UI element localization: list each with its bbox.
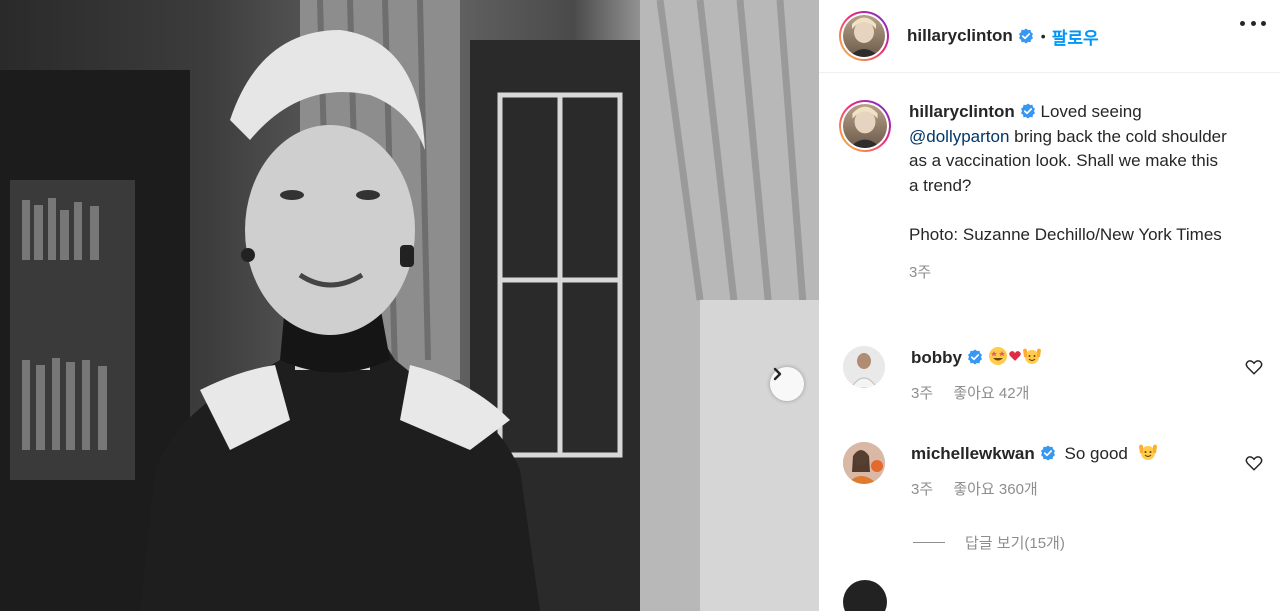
comment-likes[interactable]: 좋아요 42개 — [953, 385, 1029, 402]
raising-hands-icon — [1138, 444, 1157, 460]
raising-hands-icon — [1022, 348, 1041, 364]
caption-mention-link[interactable]: @dollyparton — [909, 127, 1009, 146]
follow-button[interactable]: 팔로우 — [1052, 24, 1099, 49]
next-photo-button[interactable] — [770, 367, 804, 401]
caption-body-1: Loved seeing — [1035, 102, 1142, 121]
verified-badge-icon — [968, 349, 982, 365]
comment-username[interactable]: bobby — [911, 348, 962, 367]
grinning-star-face-icon — [988, 347, 1007, 365]
separator-dot: • — [1040, 28, 1046, 44]
more-options-icon[interactable] — [1240, 16, 1266, 30]
post-caption: hillaryclinton Loved seeing @dollyparton… — [839, 100, 1259, 286]
comment-avatar[interactable] — [843, 346, 885, 388]
comment-avatar-partial[interactable] — [843, 580, 887, 611]
author-username[interactable]: hillaryclinton — [907, 26, 1013, 46]
comment-likes[interactable]: 좋아요 360개 — [953, 481, 1037, 498]
view-replies-label: 답글 보기(15개) — [965, 535, 1065, 552]
post-photo — [0, 0, 819, 611]
comment-text: So good — [1064, 444, 1128, 463]
caption-username[interactable]: hillaryclinton — [909, 102, 1015, 121]
comment-item: bobby 3주 좋아요 42개 — [843, 346, 1263, 403]
caption-avatar[interactable] — [839, 100, 891, 152]
verified-badge-icon — [1020, 103, 1035, 119]
author-avatar[interactable] — [839, 11, 889, 61]
view-replies-button[interactable]: 답글 보기(15개) — [913, 532, 1065, 553]
comment-username[interactable]: michellewkwan — [911, 444, 1035, 463]
verified-badge-icon — [1040, 445, 1055, 461]
like-heart-icon[interactable] — [1245, 454, 1263, 472]
like-heart-icon[interactable] — [1245, 358, 1263, 376]
comment-item: michellewkwan So good 3주 좋아요 360개 — [843, 442, 1263, 499]
post-side-panel: hillaryclinton • 팔로우 hillaryclinton Love… — [819, 0, 1280, 611]
photo-illustration — [0, 0, 819, 611]
caption-text: hillaryclinton Loved seeing @dollyparton… — [909, 100, 1229, 286]
red-heart-icon — [1008, 351, 1021, 361]
post-header: hillaryclinton • 팔로우 — [819, 0, 1280, 73]
chevron-right-icon — [773, 367, 782, 381]
replies-divider — [913, 542, 945, 543]
caption-photo-credit: Photo: Suzanne Dechillo/New York Times — [909, 224, 1222, 244]
verified-badge-icon — [1018, 28, 1033, 44]
caption-time[interactable]: 3주 — [909, 261, 1229, 286]
comment-time[interactable]: 3주 — [911, 481, 933, 498]
comment-avatar[interactable] — [843, 442, 885, 484]
comment-time[interactable]: 3주 — [911, 385, 933, 402]
